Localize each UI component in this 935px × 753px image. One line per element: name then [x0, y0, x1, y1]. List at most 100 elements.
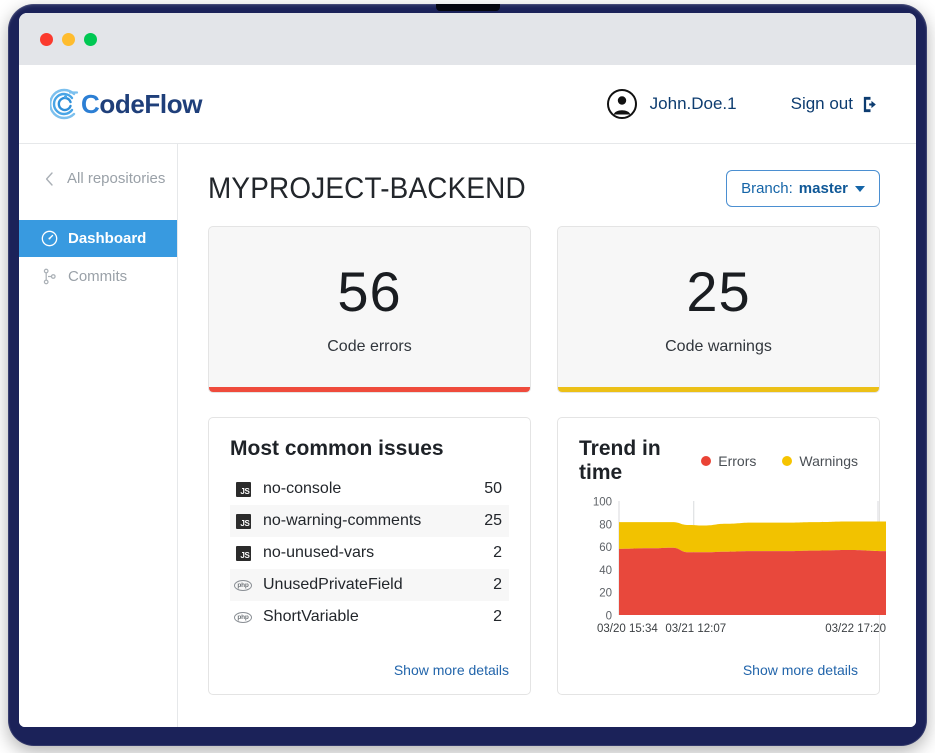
codeflow-mark-icon — [50, 85, 80, 123]
sidebar-item-label: All repositories — [67, 170, 165, 187]
app-body: All repositories Dashboard — [19, 144, 916, 727]
issue-name: no-console — [263, 480, 484, 498]
sign-out-button[interactable]: Sign out — [791, 94, 880, 114]
window-titlebar — [19, 13, 916, 65]
x-tick-label: 03/21 12:07 — [665, 623, 726, 635]
area-series-warnings — [619, 522, 886, 553]
y-tick-label: 20 — [599, 588, 612, 600]
panel-title: Trend in time — [579, 437, 675, 485]
legend-label-warnings: Warnings — [799, 453, 858, 469]
show-more-details-link-issues[interactable]: Show more details — [394, 662, 509, 678]
js-icon-badge: JS — [236, 546, 251, 561]
username-label[interactable]: John.Doe.1 — [650, 94, 737, 114]
issue-count: 25 — [484, 512, 506, 530]
stat-value: 25 — [686, 264, 750, 320]
app-logo-text: CodeFlow — [81, 89, 202, 120]
maximize-window-button[interactable] — [84, 33, 97, 46]
js-icon-badge: JS — [236, 482, 251, 497]
trend-chart-svg: 0 20 40 60 80 100 03/20 15:34 03/21 12:07 03/22 … — [579, 493, 894, 643]
php-icon: php — [234, 580, 252, 591]
stat-accent-bar — [558, 387, 879, 392]
page-title: MYPROJECT-BACKEND — [208, 172, 526, 206]
stat-accent-bar — [209, 387, 530, 392]
main-content: MYPROJECT-BACKEND Branch: master 56 Code… — [178, 144, 916, 727]
app-header: CodeFlow John.Doe.1 Sign out — [19, 65, 916, 144]
issue-name: no-warning-comments — [263, 512, 484, 530]
minimize-window-button[interactable] — [62, 33, 75, 46]
issue-row[interactable]: JSno-unused-vars2 — [230, 537, 509, 569]
show-more-details-link-trend[interactable]: Show more details — [743, 662, 858, 678]
x-tick-label: 03/20 15:34 — [597, 623, 658, 635]
gauge-icon — [39, 230, 59, 247]
sidebar-item-label: Dashboard — [68, 230, 146, 247]
sidebar-item-dashboard[interactable]: Dashboard — [19, 220, 177, 257]
legend-dot-errors-icon — [701, 456, 711, 466]
stat-card-code-warnings: 25 Code warnings — [557, 226, 880, 393]
issue-row[interactable]: JS no-console50 — [230, 473, 509, 505]
trend-chart[interactable]: 02040608010003/20 15:3403/21 12:0703/22 … — [579, 493, 858, 656]
sidebar-item-commits[interactable]: Commits — [19, 258, 177, 295]
y-tick-label: 60 — [599, 542, 612, 554]
issue-row[interactable]: php UnusedPrivateField2 — [230, 569, 509, 601]
browser-window: CodeFlow John.Doe.1 Sign out — [19, 13, 916, 727]
issue-count: 2 — [493, 576, 506, 594]
area-series-errors — [619, 548, 886, 615]
issue-count: 2 — [493, 608, 506, 626]
php-icon-badge: php — [234, 612, 252, 623]
legend-item-warnings[interactable]: Warnings — [782, 453, 858, 469]
issue-count: 50 — [484, 480, 506, 498]
y-tick-label: 80 — [599, 519, 612, 531]
stat-value: 56 — [337, 264, 401, 320]
js-icon-badge: JS — [236, 514, 251, 529]
trend-header: Trend in time Errors Warnings — [579, 437, 858, 485]
stats-row: 56 Code errors 25 Code warnings — [208, 226, 880, 393]
camera-notch — [436, 4, 500, 11]
branch-selector-prefix: Branch: — [741, 180, 793, 197]
close-window-button[interactable] — [40, 33, 53, 46]
branch-selector[interactable]: Branch: master — [726, 170, 880, 207]
js-icon: JS — [234, 546, 252, 561]
legend-dot-warnings-icon — [782, 456, 792, 466]
app-logo[interactable]: CodeFlow — [50, 85, 202, 123]
header-user-area: John.Doe.1 Sign out — [607, 89, 880, 119]
sign-out-label: Sign out — [791, 94, 853, 114]
trend-details-row: Show more details — [579, 656, 858, 680]
php-icon: php — [234, 612, 252, 623]
chevron-left-icon — [39, 172, 59, 186]
sign-out-icon — [861, 95, 880, 114]
y-tick-label: 0 — [606, 611, 612, 623]
panel-title: Most common issues — [230, 437, 509, 461]
sidebar: All repositories Dashboard — [19, 144, 178, 727]
stat-label: Code warnings — [665, 338, 772, 356]
stat-card-code-errors: 56 Code errors — [208, 226, 531, 393]
chevron-down-icon — [855, 186, 865, 192]
issue-row[interactable]: JS no-warning-comments25 — [230, 505, 509, 537]
most-common-issues-card: Most common issues JS no-console50 JS no-wa… — [208, 417, 531, 695]
js-icon: JS — [234, 514, 252, 529]
issue-name: ShortVariable — [263, 608, 493, 626]
sidebar-item-label: Commits — [68, 268, 127, 285]
trend-in-time-card: Trend in time Errors Warnings 0 20 — [557, 417, 880, 695]
logo-rest: odeFlow — [99, 89, 202, 119]
page-title-row: MYPROJECT-BACKEND Branch: master — [208, 170, 880, 207]
logo-prefix: C — [81, 89, 99, 119]
stat-label: Code errors — [327, 338, 411, 356]
y-tick-label: 100 — [593, 497, 612, 509]
legend-item-errors[interactable]: Errors — [701, 453, 756, 469]
legend-label-errors: Errors — [718, 453, 756, 469]
issue-row[interactable]: php ShortVariable2 — [230, 601, 509, 633]
issue-name: UnusedPrivateField — [263, 576, 493, 594]
issues-list: JS no-console50 JS no-warning-comments25 JSn… — [230, 473, 509, 633]
x-tick-label: 03/22 17:20 — [825, 623, 886, 635]
branch-selector-value: master — [799, 180, 848, 197]
git-branch-icon — [39, 268, 59, 285]
issues-details-row: Show more details — [230, 656, 509, 680]
y-tick-label: 40 — [599, 565, 612, 577]
js-icon: JS — [234, 482, 252, 497]
device-bezel: CodeFlow John.Doe.1 Sign out — [8, 4, 927, 746]
issue-count: 2 — [493, 544, 506, 562]
user-avatar-icon[interactable] — [607, 89, 637, 119]
php-icon-badge: php — [234, 580, 252, 591]
panels-row: Most common issues JS no-console50 JS no-wa… — [208, 417, 880, 695]
sidebar-item-all-repositories[interactable]: All repositories — [19, 160, 177, 197]
